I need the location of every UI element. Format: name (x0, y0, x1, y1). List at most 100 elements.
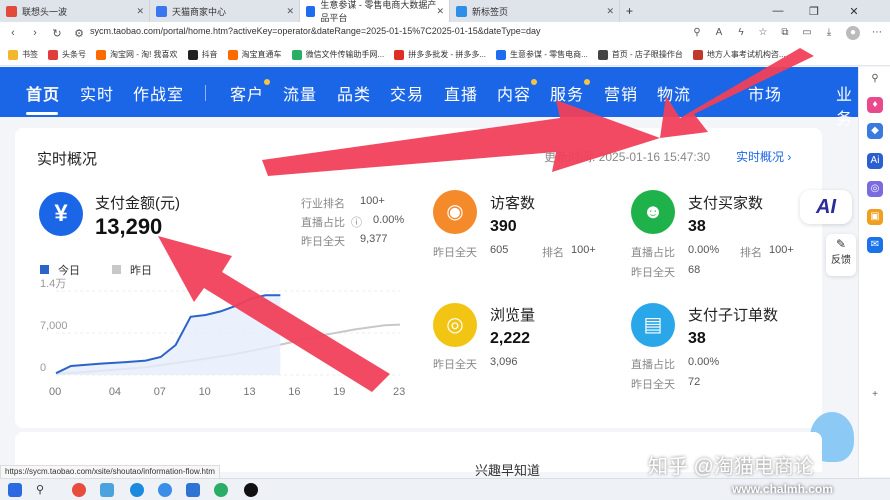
bookmark-label: 抖音 (201, 50, 218, 59)
live-label: 直播占比 (301, 217, 345, 229)
nav-tab-label: 作战室 (133, 87, 185, 104)
copilot-icon[interactable]: ◆ (867, 123, 883, 139)
bookmark-item[interactable]: 生意参谋 - 零售电商... (496, 49, 588, 60)
bookmark-item[interactable]: 头条号 (48, 49, 86, 60)
flash-icon[interactable]: ϟ (734, 26, 748, 40)
refresh-icon[interactable]: ↻ (48, 27, 66, 40)
nav-tab-label: 服务 (550, 87, 585, 104)
buyers-yesterday-label: 昨日全天 (631, 267, 675, 279)
bookmark-label: 微信文件传输助手网... (305, 50, 385, 59)
nav-tab[interactable]: 市场 (748, 81, 782, 105)
bookmark-label: 头条号 (62, 50, 86, 59)
pay-trend-chart: 今日 昨日 1.4万 7,000 000 04 07 10 13 16 19 23 (40, 263, 405, 398)
collections-icon[interactable]: ▭ (800, 26, 814, 40)
start-icon[interactable] (8, 483, 22, 497)
close-tab-icon[interactable]: ✕ (286, 6, 294, 17)
search-icon[interactable]: ⚲ (690, 26, 704, 40)
notification-dot (264, 79, 271, 85)
bookmark-item[interactable]: 地方人事考试机构咨... (692, 49, 786, 60)
x-tick-label: 10 (199, 386, 211, 398)
ai-icon[interactable]: Ai (867, 153, 883, 169)
minimize-icon[interactable]: — (764, 0, 792, 22)
ie-icon[interactable] (186, 483, 200, 497)
add-icon[interactable]: + (867, 387, 883, 403)
nav-tab[interactable]: 实时 (80, 81, 114, 105)
nav-tab[interactable]: 交易 (390, 81, 424, 105)
wechat-icon[interactable] (214, 483, 228, 497)
realtime-link[interactable]: 实时概况 › (736, 148, 791, 165)
browser-tab[interactable]: 天猫商家中心 ✕ (150, 0, 300, 22)
buyers-rank-label: 排名 (740, 247, 762, 259)
favorite-icon[interactable]: ☆ (756, 26, 770, 40)
nav-tab[interactable]: 品类 (337, 81, 371, 105)
pageviews-yesterday-label: 昨日全天 (433, 359, 477, 371)
nav-tab[interactable]: 客户 (230, 79, 271, 105)
close-tab-icon[interactable]: ✕ (136, 6, 144, 17)
pageviews-title: 浏览量 (490, 307, 536, 324)
search-icon[interactable]: ⚲ (867, 71, 883, 87)
bookmark-item[interactable]: 首页 - 店子眼操作台 (597, 49, 683, 60)
tools-icon[interactable]: ▣ (867, 209, 883, 225)
active-tab-indicator (26, 112, 58, 115)
nav-tab-label: 内容 (497, 87, 532, 104)
extensions-icon[interactable]: ⧉ (778, 26, 792, 40)
nav-tab[interactable]: 内容 (497, 79, 538, 105)
series-area (56, 295, 281, 375)
bookmark-icon (48, 49, 58, 60)
nav-tab[interactable]: 服务 (550, 79, 591, 105)
read-aloud-icon[interactable]: A (712, 26, 726, 40)
bookmark-item[interactable]: 书签 (8, 49, 38, 60)
bookmark-item[interactable]: 淘宝网 - 淘! 我喜欢 (96, 49, 178, 60)
chrome-icon[interactable] (72, 483, 86, 497)
games-icon[interactable]: ◎ (867, 181, 883, 197)
nav-tab[interactable]: 首页 (26, 81, 60, 105)
nav-tab[interactable]: 业务 (836, 81, 858, 129)
help-icon[interactable]: ⓘ (351, 214, 362, 230)
nav-tab[interactable]: 流量 (283, 81, 317, 105)
bookmark-item[interactable]: 淘宝直通车 (227, 49, 282, 60)
bookmark-item[interactable]: 拼多多批发 - 拼多多... (394, 49, 486, 60)
buyers-title: 支付买家数 (688, 195, 764, 212)
restore-icon[interactable]: ❐ (800, 0, 828, 22)
more-icon[interactable]: ⋯ (870, 26, 884, 40)
nav-tab[interactable]: 作战室 (133, 81, 184, 105)
nav-tab[interactable]: 直播 (444, 81, 478, 105)
browser-tab[interactable]: 联想头一波 ✕ (0, 0, 150, 22)
close-tab-icon[interactable]: ✕ (606, 6, 614, 17)
watermark-text: 知乎 @淘猫电商论 (648, 456, 814, 478)
browser-tab[interactable]: 生意参谋 - 零售电商大数据产品平台 ✕ (300, 0, 450, 23)
downloads-icon[interactable]: ⤓ (822, 26, 836, 40)
site-info-icon[interactable]: ⚙ (70, 27, 88, 40)
back-icon[interactable]: ‹ (4, 27, 22, 39)
bookmark-item[interactable]: 微信文件传输助手网... (291, 49, 385, 60)
search-icon[interactable]: ⚲ (36, 483, 50, 497)
nav-tab[interactable]: 物流 (657, 81, 691, 105)
ai-assistant-button[interactable]: AI (800, 190, 852, 224)
close-tab-icon[interactable]: ✕ (436, 6, 444, 17)
feedback-icon: ✎ (835, 237, 847, 251)
url-input[interactable]: sycm.taobao.com/portal/home.htm?activeKe… (90, 26, 541, 36)
sub-orders-yesterday-value: 72 (688, 376, 701, 388)
feedback-button[interactable]: ✎ 反馈 (826, 234, 856, 276)
notification-dot (531, 79, 538, 85)
profile-avatar[interactable]: ● (846, 26, 860, 40)
browser-tab[interactable]: 新标签页 ✕ (450, 0, 620, 22)
browser-icon[interactable] (158, 483, 172, 497)
browser-tab-strip: 联想头一波 ✕ 天猫商家中心 ✕ 生意参谋 - 零售电商大数据产品平台 ✕ 新标签页 ✕ + … (0, 0, 890, 23)
realtime-overview-card: 实时概况 更新时间: 2025-01-16 15:47:30 实时概况 › ¥ … (15, 128, 822, 428)
app-icon[interactable] (100, 483, 114, 497)
shopping-icon[interactable]: ♦ (867, 97, 883, 113)
outlook-icon[interactable]: ✉ (867, 237, 883, 253)
close-window-icon[interactable]: ✕ (840, 0, 868, 22)
x-tick-label: 16 (288, 386, 300, 398)
edge-icon[interactable] (130, 483, 144, 497)
update-time: 更新时间: 2025-01-16 15:47:30 (544, 148, 710, 165)
qq-icon[interactable] (244, 483, 258, 497)
nav-tab[interactable]: 营销 (604, 81, 638, 105)
new-tab-button[interactable]: + (620, 0, 639, 22)
tab-title: 联想头一波 (22, 6, 68, 17)
bookmark-item[interactable]: 抖音 (187, 49, 218, 60)
forward-icon[interactable]: › (26, 27, 44, 39)
next-section-title: 兴趣早知道 (475, 463, 541, 478)
nav-tab-label: 首页 (26, 87, 61, 104)
